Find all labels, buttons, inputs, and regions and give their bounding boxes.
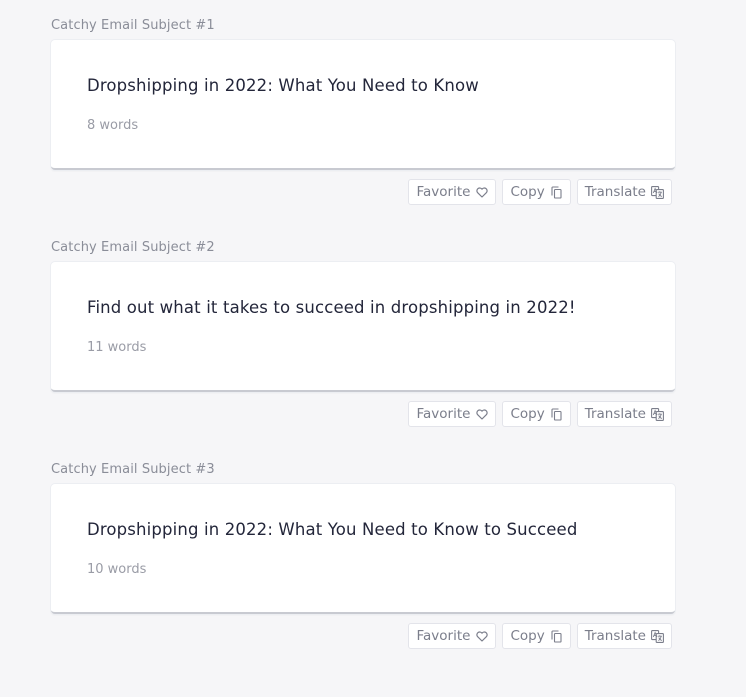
result-text[interactable]: Find out what it takes to succeed in dro…	[87, 298, 576, 317]
copy-button[interactable]: Copy	[502, 179, 571, 205]
translate-icon	[651, 185, 664, 199]
copy-button-label: Copy	[510, 628, 545, 644]
translate-button-label: Translate	[584, 406, 646, 422]
favorite-button[interactable]: Favorite	[408, 179, 497, 205]
result-heading: Catchy Email Subject #2	[51, 240, 215, 255]
word-count: 10 words	[87, 562, 147, 577]
heart-icon	[475, 408, 488, 421]
favorite-button[interactable]: Favorite	[408, 623, 497, 649]
word-count: 11 words	[87, 340, 147, 355]
translate-button-label: Translate	[584, 628, 646, 644]
translate-button[interactable]: Translate	[576, 179, 672, 205]
heart-icon	[475, 630, 488, 643]
result-text[interactable]: Dropshipping in 2022: What You Need to K…	[87, 76, 479, 95]
word-count: 8 words	[87, 118, 139, 133]
result-heading: Catchy Email Subject #1	[51, 18, 215, 33]
result-block: Catchy Email Subject #3 Dropshipping in …	[51, 460, 675, 649]
result-block: Catchy Email Subject #2 Find out what it…	[51, 238, 675, 427]
copy-button[interactable]: Copy	[502, 623, 571, 649]
result-actions: Favorite Copy Translate	[51, 401, 672, 427]
copy-icon	[550, 407, 563, 421]
heart-icon	[475, 186, 488, 199]
result-card: Dropshipping in 2022: What You Need to K…	[51, 40, 675, 170]
favorite-button-label: Favorite	[416, 628, 471, 644]
favorite-button-label: Favorite	[416, 406, 471, 422]
result-card: Find out what it takes to succeed in dro…	[51, 262, 675, 392]
translate-icon	[651, 407, 664, 421]
result-heading: Catchy Email Subject #3	[51, 462, 215, 477]
translate-icon	[651, 629, 664, 643]
result-actions: Favorite Copy Translate	[51, 623, 672, 649]
copy-icon	[550, 629, 563, 643]
favorite-button[interactable]: Favorite	[408, 401, 497, 427]
copy-button-label: Copy	[510, 184, 545, 200]
favorite-button-label: Favorite	[416, 184, 471, 200]
copy-button[interactable]: Copy	[502, 401, 571, 427]
translate-button[interactable]: Translate	[576, 401, 672, 427]
result-block: Catchy Email Subject #1 Dropshipping in …	[51, 16, 675, 205]
result-text[interactable]: Dropshipping in 2022: What You Need to K…	[87, 520, 577, 539]
copy-icon	[550, 185, 563, 199]
translate-button-label: Translate	[584, 184, 646, 200]
result-actions: Favorite Copy Translate	[51, 179, 672, 205]
translate-button[interactable]: Translate	[576, 623, 672, 649]
copy-button-label: Copy	[510, 406, 545, 422]
result-card: Dropshipping in 2022: What You Need to K…	[51, 484, 675, 614]
